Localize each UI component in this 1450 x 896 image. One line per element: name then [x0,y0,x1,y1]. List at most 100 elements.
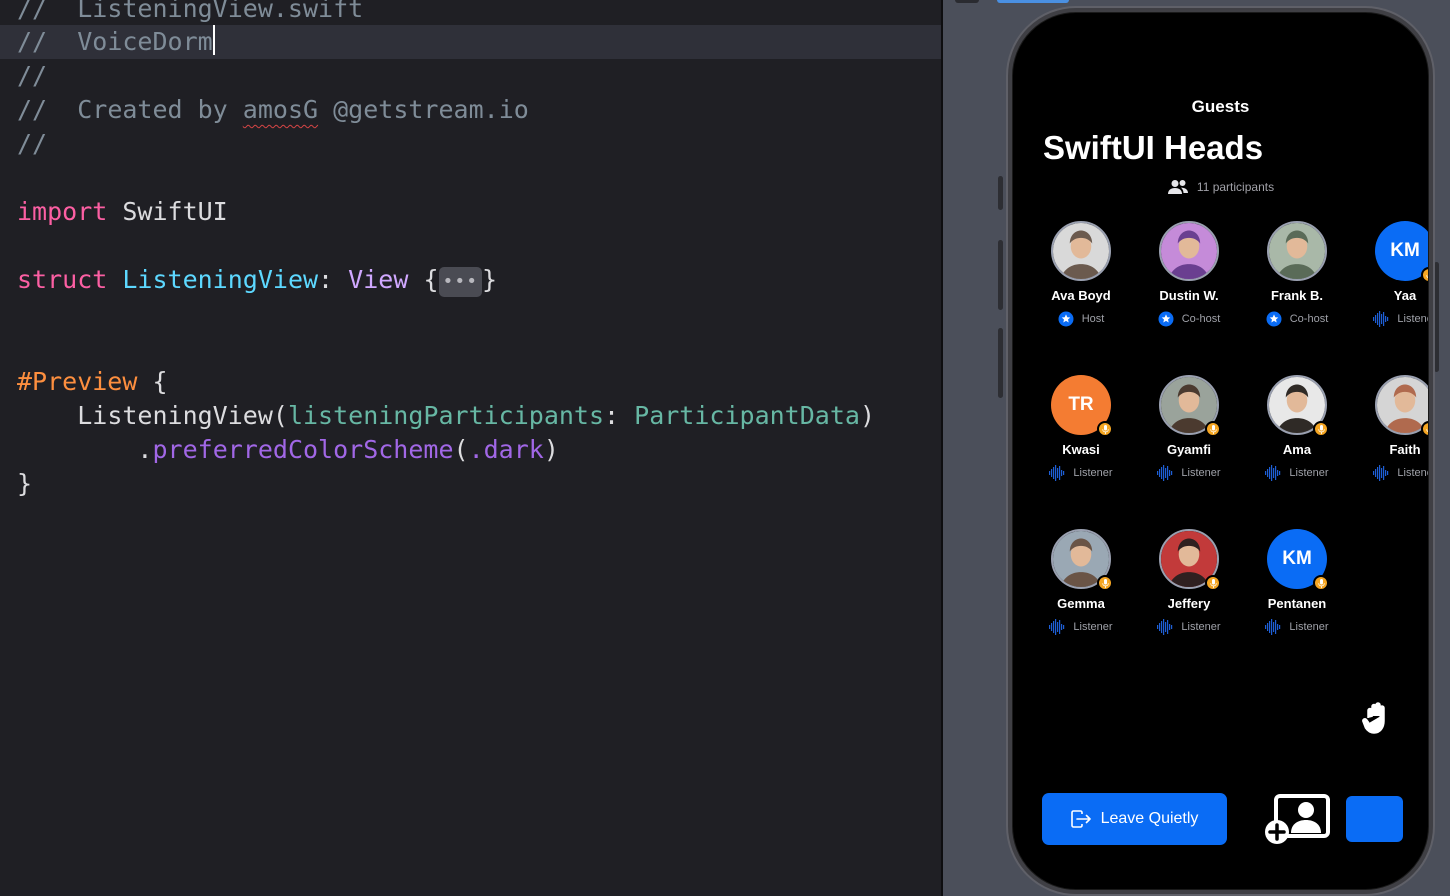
participant-role: Listener [1027,465,1135,481]
participant-tile[interactable]: KM Pentanen Listener [1243,529,1351,635]
invite-participant-button[interactable] [1263,793,1333,849]
participant-avatar[interactable] [1051,221,1111,281]
participant-tile[interactable]: Ava Boyd Host [1027,221,1135,327]
participant-avatar[interactable] [1267,375,1329,437]
person-silhouette-icon [1269,223,1325,279]
canvas-tab-stub[interactable] [955,0,979,3]
people-icon [1167,180,1188,194]
participant-tile[interactable]: Frank B. Co-host [1243,221,1351,327]
participant-role: Listener [1135,619,1243,635]
code-line-1[interactable]: // ListeningView.swift [0,0,941,26]
open-brace: { [423,265,439,294]
method-name: preferredColorScheme [152,435,454,464]
mic-muted-badge-icon [1097,421,1113,437]
participant-avatar[interactable] [1267,221,1327,281]
code-line-13[interactable]: ListeningView(listeningParticipants: Par… [0,399,941,433]
participant-avatar[interactable]: KM [1375,221,1428,283]
role-label: Listener [1397,313,1428,325]
participant-name: Gemma [1057,596,1105,611]
participant-role: Listener [1351,465,1428,481]
code-line-7[interactable]: import SwiftUI [0,195,941,229]
open-brace: { [152,367,168,396]
participant-name: Yaa [1393,288,1417,303]
protocol-name: View [348,265,409,294]
participant-tile[interactable]: Ama Listener [1243,375,1351,481]
comment-created-by: Created by [77,95,228,124]
code-line-14[interactable]: .preferredColorScheme(.dark) [0,433,941,467]
participant-avatar[interactable]: TR [1051,375,1113,437]
participant-role: Host [1027,311,1135,327]
raise-hand-icon[interactable] [1362,702,1392,736]
folded-code-ellipsis[interactable]: ••• [438,267,483,297]
mic-muted-badge-icon [1421,421,1428,437]
star-badge-icon [1158,311,1174,327]
close-brace: } [482,265,498,294]
waveform-icon [1049,619,1065,635]
action-button[interactable] [1346,796,1403,842]
person-silhouette-icon [1161,223,1217,279]
argument-value: ParticipantData [634,401,860,430]
phone-silent-switch [998,176,1003,210]
role-label: Listener [1181,467,1221,479]
code-line-2-current[interactable]: // VoiceDorm [0,25,941,59]
struct-name: ListeningView [122,265,319,294]
waveform-icon [1373,465,1389,481]
leave-quietly-button[interactable]: Leave Quietly [1042,793,1227,845]
left-paren: ( [453,435,469,464]
nav-title: Guests [1191,97,1250,116]
participant-name: Ava Boyd [1051,288,1111,303]
role-label: Listener [1289,467,1329,479]
participant-tile[interactable]: Dustin W. Co-host [1135,221,1243,327]
code-line-15[interactable]: } [0,467,941,501]
code-line-3[interactable]: // [0,59,941,93]
waveform-icon [1265,465,1281,481]
waveform-icon [1265,619,1281,635]
participant-avatar[interactable] [1159,375,1221,437]
comment-slashes: // [17,61,48,90]
participant-name: Pentanen [1267,596,1327,611]
participant-avatar[interactable] [1159,529,1221,591]
avatar-photo [1267,221,1327,281]
participant-avatar[interactable] [1051,529,1113,591]
participant-tile[interactable]: KM Yaa Listener [1351,221,1428,327]
comment-email: @getstream.io [333,95,529,124]
role-label: Listener [1397,467,1428,479]
participant-tile[interactable]: Faith Listener [1351,375,1428,481]
participant-role: Co-host [1243,311,1351,327]
preview-canvas[interactable]: Guests SwiftUI Heads 11 participants Ava… [943,0,1450,896]
role-label: Co-host [1289,313,1329,325]
participant-tile[interactable]: Gyamfi Listener [1135,375,1243,481]
avatar-photo [1051,221,1111,281]
role-label: Listener [1073,467,1113,479]
participant-avatar[interactable] [1375,375,1428,437]
star-badge-icon [1058,311,1074,327]
left-paren: ( [272,401,288,430]
participant-tile[interactable]: Jeffery Listener [1135,529,1243,635]
add-person-icon [1265,794,1330,844]
canvas-tab-stub-active[interactable] [997,0,1069,3]
code-editor[interactable]: // ListeningView.swift // VoiceDorm // /… [0,0,941,896]
participant-tile[interactable]: Gemma Listener [1027,529,1135,635]
phone-frame: Guests SwiftUI Heads 11 participants Ava… [1006,6,1435,896]
participant-role: Listener [1243,619,1351,635]
code-line-4[interactable]: // Created by amosG @getstream.io [0,93,941,127]
code-line-12[interactable]: #Preview { [0,365,941,399]
participant-name: Faith [1389,442,1421,457]
code-line-5[interactable]: // [0,127,941,161]
comment-filename: ListeningView.swift [77,0,364,23]
participant-tile[interactable]: TR Kwasi Listener [1027,375,1135,481]
phone-volume-down [998,328,1003,398]
participant-avatar[interactable]: KM [1267,529,1329,591]
participant-name: Frank B. [1270,288,1323,303]
comment-project: VoiceDorm [77,27,213,56]
code-line-9[interactable]: struct ListeningView: View {•••} [0,263,941,297]
waveform-icon [1373,311,1389,327]
colon: : [604,401,620,430]
close-brace: } [17,469,33,498]
colon: : [318,265,334,294]
participant-avatar[interactable] [1159,221,1219,281]
participant-role: Listener [1243,465,1351,481]
comment-slashes: // [17,129,48,158]
participant-name: Jeffery [1167,596,1211,611]
role-label: Host [1081,313,1105,325]
